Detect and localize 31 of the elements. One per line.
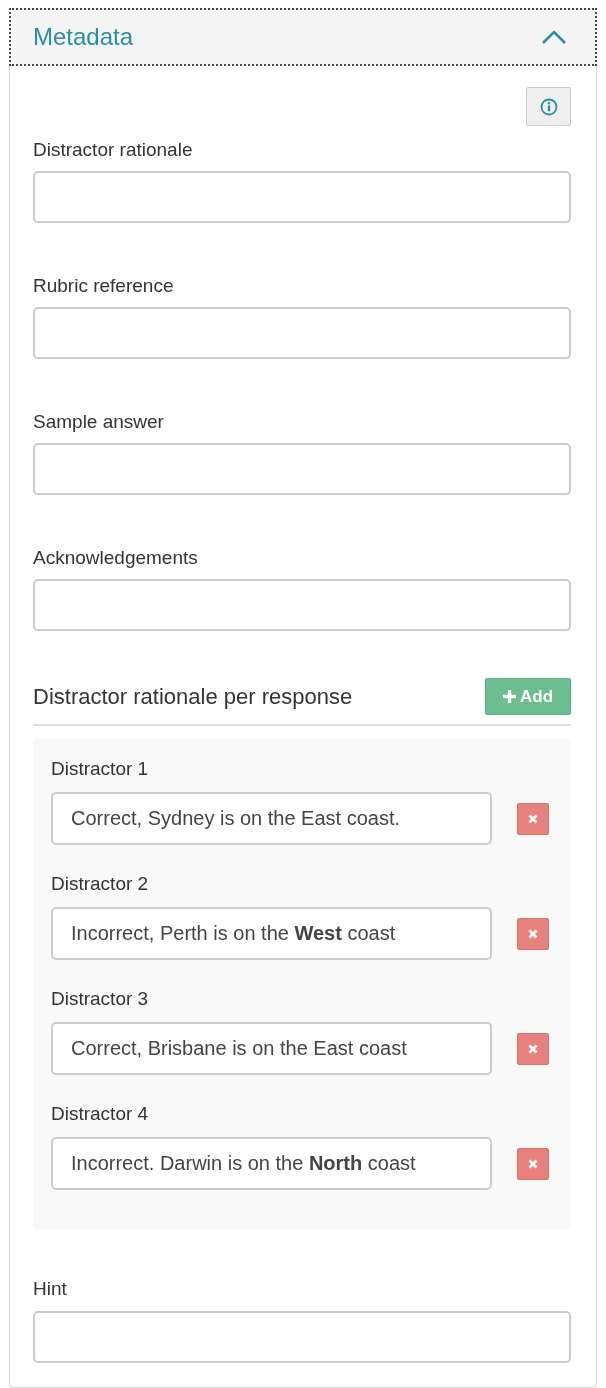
close-icon <box>528 1043 539 1054</box>
field-label: Sample answer <box>33 410 165 434</box>
delete-button[interactable] <box>517 802 549 835</box>
input-field[interactable] <box>33 307 571 359</box>
field-label: Distractor 3 <box>51 987 150 1011</box>
input-field[interactable] <box>33 443 571 495</box>
close-icon <box>528 813 539 824</box>
input-field[interactable]: Incorrect. Darwin is on the North coast <box>51 1137 493 1190</box>
field-label: Distractor 2 <box>51 872 150 896</box>
field-label: Rubric reference <box>33 274 175 298</box>
field-label: Acknowledgements <box>33 546 199 570</box>
panel-title: Metadata <box>33 23 134 51</box>
field-label: Hint <box>33 1277 68 1301</box>
close-icon <box>528 928 539 939</box>
input-field[interactable]: Correct, Sydney is on the East coast. <box>51 792 493 845</box>
field-label: Distractor 4 <box>51 1102 150 1126</box>
delete-button[interactable] <box>517 1032 549 1065</box>
plus-icon <box>502 690 516 703</box>
delete-button[interactable] <box>517 917 549 950</box>
input-field[interactable] <box>33 1311 571 1363</box>
info-button[interactable] <box>526 87 571 126</box>
input-field[interactable]: Incorrect, Perth is on the West coast <box>51 907 493 960</box>
field-label: Distractor rationale <box>33 138 194 162</box>
input-field[interactable] <box>33 579 571 631</box>
input-field[interactable] <box>33 171 571 223</box>
section-heading: Distractor rationale per response <box>33 683 353 710</box>
input-field[interactable]: Correct, Brisbane is on the East coast <box>51 1022 493 1075</box>
close-icon <box>528 1158 539 1169</box>
info-icon <box>539 97 558 116</box>
delete-button[interactable] <box>517 1147 549 1180</box>
field-label: Distractor 1 <box>51 757 150 781</box>
